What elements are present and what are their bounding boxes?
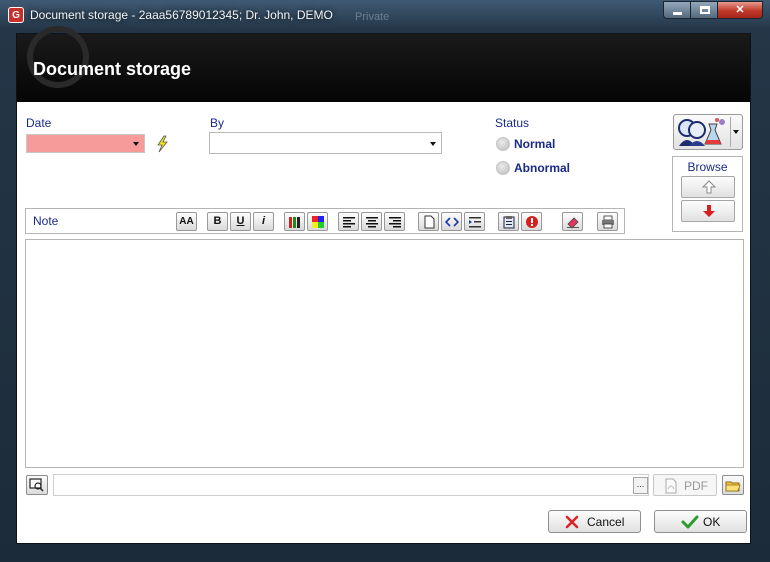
status-abnormal-radio[interactable] <box>496 161 510 175</box>
background-window-title: Private <box>355 11 390 23</box>
dialog-client-area: Document storage Date By Status Normal A… <box>16 26 751 544</box>
text-color-button[interactable] <box>284 212 305 231</box>
font-icon: AA <box>179 216 194 227</box>
clipboard-icon <box>503 216 515 229</box>
minimize-icon <box>673 12 682 15</box>
align-left-icon <box>343 217 355 228</box>
cancel-x-icon <box>565 515 579 529</box>
arrow-up-icon <box>702 180 716 194</box>
alert-circle-icon <box>526 216 538 228</box>
clipboard-button[interactable] <box>498 212 519 231</box>
scanner-magnifier-icon <box>29 478 44 492</box>
cancel-button[interactable]: Cancel <box>548 510 641 533</box>
status-abnormal-label[interactable]: Abnormal <box>514 161 570 175</box>
font-button[interactable]: AA <box>176 212 197 231</box>
by-dropdown[interactable] <box>209 132 442 154</box>
folder-icon <box>725 481 741 492</box>
by-label: By <box>210 116 225 130</box>
html-source-button[interactable] <box>441 212 462 231</box>
close-icon: ✕ <box>735 4 745 16</box>
status-normal-label[interactable]: Normal <box>514 137 555 151</box>
indent-icon <box>469 217 481 228</box>
status-normal-radio[interactable] <box>496 137 510 151</box>
close-button[interactable]: ✕ <box>717 1 763 19</box>
pdf-button[interactable]: PDF <box>653 474 717 496</box>
note-label: Note <box>33 214 59 228</box>
window-controls: ✕ <box>663 1 763 19</box>
browse-down-button[interactable] <box>681 200 735 222</box>
page-icon <box>424 215 435 229</box>
people-lab-icon <box>678 118 725 146</box>
chevron-down-icon <box>133 142 139 146</box>
italic-icon: i <box>261 215 266 227</box>
insert-text-button[interactable] <box>464 212 485 231</box>
align-left-button[interactable] <box>338 212 359 231</box>
date-dropdown[interactable] <box>26 134 145 153</box>
bold-button[interactable]: B <box>207 212 228 231</box>
background-color-button[interactable] <box>307 212 328 231</box>
chevron-down-icon <box>430 142 436 146</box>
browse-label: Browse <box>687 160 728 174</box>
printer-icon <box>602 215 614 229</box>
new-page-button[interactable] <box>418 212 439 231</box>
header-banner: Document storage <box>17 26 750 102</box>
pdf-label: PDF <box>684 479 708 493</box>
date-label: Date <box>26 116 52 130</box>
eraser-button[interactable] <box>562 212 583 231</box>
application-window: G Document storage - 2aaa56789012345; Dr… <box>0 0 770 562</box>
scan-preview-button[interactable] <box>26 475 48 495</box>
file-path-input[interactable] <box>53 474 649 496</box>
maximize-button[interactable] <box>690 1 718 19</box>
page-title: Document storage <box>33 59 192 79</box>
split-separator <box>730 117 731 147</box>
align-center-button[interactable] <box>361 212 382 231</box>
spellcheck-button[interactable] <box>521 212 542 231</box>
medical-lookup-button[interactable] <box>673 114 743 150</box>
minimize-button[interactable] <box>663 1 691 19</box>
print-button[interactable] <box>597 212 618 231</box>
maximize-icon <box>700 6 710 14</box>
cancel-label: Cancel <box>587 515 625 529</box>
align-right-icon <box>389 217 401 228</box>
code-icon <box>445 217 459 227</box>
eraser-icon <box>567 217 579 229</box>
bold-icon: B <box>213 215 222 227</box>
open-folder-button[interactable] <box>722 475 744 495</box>
window-title: Document storage - 2aaa56789012345; Dr. … <box>30 8 333 22</box>
checkmark-icon <box>681 515 699 529</box>
ellipsis-icon: ... <box>636 479 645 489</box>
lightning-icon[interactable] <box>154 135 170 153</box>
align-right-button[interactable] <box>384 212 405 231</box>
browse-panel: Browse <box>672 156 743 232</box>
ok-label: OK <box>703 515 721 529</box>
crayons-icon <box>289 217 300 228</box>
app-icon[interactable]: G <box>8 7 24 23</box>
title-bar[interactable]: G Document storage - 2aaa56789012345; Dr… <box>0 0 770 30</box>
color-palette-icon <box>312 216 324 228</box>
browse-file-button[interactable]: ... <box>633 477 648 494</box>
align-center-icon <box>366 217 378 228</box>
underline-icon: U <box>236 215 245 227</box>
browse-up-button[interactable] <box>681 176 735 198</box>
note-toolbar: Note AA B U i <box>25 208 625 234</box>
note-editor[interactable] <box>25 239 744 468</box>
pdf-file-icon <box>665 478 677 494</box>
arrow-down-icon <box>703 205 715 217</box>
status-label: Status <box>495 116 530 130</box>
italic-button[interactable]: i <box>253 212 274 231</box>
chevron-down-icon[interactable] <box>733 130 739 134</box>
ok-button[interactable]: OK <box>654 510 747 533</box>
underline-button[interactable]: U <box>230 212 251 231</box>
